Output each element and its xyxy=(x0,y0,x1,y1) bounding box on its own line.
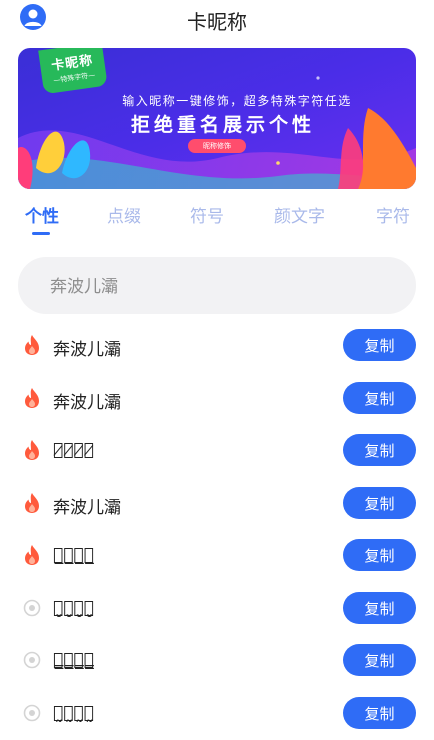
nickname-input-container xyxy=(18,257,416,314)
nickname-text: 奔̳波̳儿̳灞̳ xyxy=(53,650,94,670)
banner-pill: 昵称修饰 xyxy=(188,139,246,153)
fire-icon xyxy=(22,387,42,409)
list-item: 奔̲波̲儿̲灞̲ 复制 xyxy=(0,530,434,583)
list-item: 奔波儿灞 复制 xyxy=(0,478,434,531)
fire-icon xyxy=(22,439,42,461)
nickname-list: 奔波儿灞 复制 奔波儿灞 复制 奔̷波̷儿̷灞̷ 复制 奔波儿灞 复制 奔̲波̲… xyxy=(0,320,434,740)
nickname-text: 奔波儿灞 xyxy=(53,388,121,413)
copy-button[interactable]: 复制 xyxy=(343,697,416,729)
nickname-input[interactable] xyxy=(48,257,392,316)
radio-icon xyxy=(22,702,42,724)
nickname-text: 奔̰波̰儿̰灞̰ xyxy=(53,703,94,723)
nickname-text: 奔̤̮波̤̮儿̤̮灞̤̮ xyxy=(53,598,94,618)
banner-headline: 拒绝重名展示个性 xyxy=(18,110,416,137)
copy-button[interactable]: 复制 xyxy=(343,434,416,466)
list-item: 奔̷波̷儿̷灞̷ 复制 xyxy=(0,425,434,478)
page-title: 卡昵称 xyxy=(0,6,434,35)
nickname-text: 奔̲波̲儿̲灞̲ xyxy=(53,545,94,565)
nickname-text: 奔̷波̷儿̷灞̷ xyxy=(53,440,94,460)
tab-kaomoji[interactable]: 颜文字 xyxy=(274,202,325,227)
header-bar: 卡昵称 xyxy=(0,0,434,38)
tab-decoration[interactable]: 点缀 xyxy=(107,202,141,227)
list-item: 奔波儿灞 复制 xyxy=(0,373,434,426)
copy-button[interactable]: 复制 xyxy=(343,487,416,519)
fire-icon xyxy=(22,334,42,356)
tab-characters[interactable]: 字符 xyxy=(376,202,410,227)
radio-icon xyxy=(22,649,42,671)
fire-icon xyxy=(22,544,42,566)
promo-banner[interactable]: 卡昵称 —特殊字符— 输入昵称一键修饰，超多特殊字符任选 拒绝重名展示个性 昵称… xyxy=(18,48,416,189)
banner-subtitle: 输入昵称一键修饰，超多特殊字符任选 xyxy=(18,92,416,109)
list-item: 奔̤̮波̤̮儿̤̮灞̤̮ 复制 xyxy=(0,583,434,636)
category-tabs: 个性 点缀 符号 颜文字 字符 xyxy=(0,196,434,242)
tab-symbols[interactable]: 符号 xyxy=(190,202,224,227)
tab-active-indicator xyxy=(32,232,50,235)
list-item: 奔̳波̳儿̳灞̳ 复制 xyxy=(0,635,434,688)
copy-button[interactable]: 复制 xyxy=(343,329,416,361)
radio-icon xyxy=(22,597,42,619)
copy-button[interactable]: 复制 xyxy=(343,539,416,571)
list-item: 奔̰波̰儿̰灞̰ 复制 xyxy=(0,688,434,740)
list-item: 奔波儿灞 复制 xyxy=(0,320,434,373)
tab-personality[interactable]: 个性 xyxy=(25,202,59,227)
nickname-text: 奔波儿灞 xyxy=(53,335,121,360)
copy-button[interactable]: 复制 xyxy=(343,592,416,624)
copy-button[interactable]: 复制 xyxy=(343,382,416,414)
nickname-text: 奔波儿灞 xyxy=(53,493,121,518)
fire-icon xyxy=(22,492,42,514)
copy-button[interactable]: 复制 xyxy=(343,644,416,676)
